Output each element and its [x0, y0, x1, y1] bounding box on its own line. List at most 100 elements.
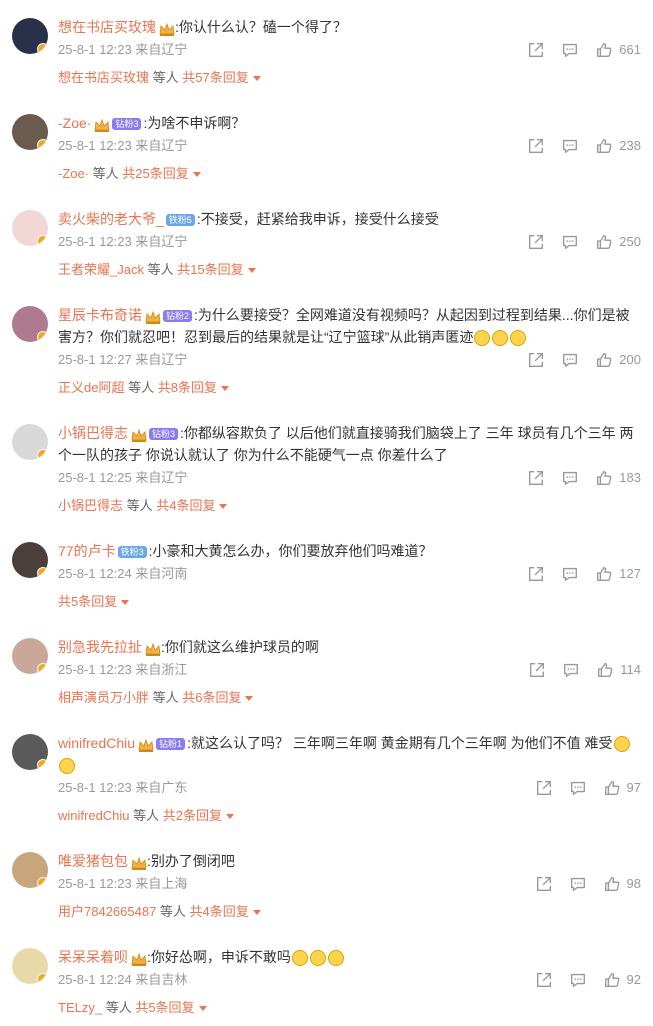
reply-username[interactable]: -Zoe· [58, 166, 89, 181]
comment-username[interactable]: 呆呆呆着呗 [58, 949, 128, 965]
comment-body: 唯爱猪包包:别办了倒闭吧 [58, 850, 641, 872]
like-count: 200 [619, 352, 641, 367]
comment-button[interactable] [561, 469, 579, 487]
share-button[interactable] [527, 565, 545, 583]
like-button[interactable]: 114 [596, 660, 641, 680]
reply-username[interactable]: 想在书店买玫瑰 [58, 70, 149, 85]
fan-badge: 钻粉1 [156, 738, 186, 751]
reply-summary[interactable]: 小锅巴得志 等人 共4条回复 [58, 496, 641, 516]
share-icon [529, 139, 544, 153]
reply-username[interactable]: 王者荣耀_Jack [58, 262, 144, 277]
comment-button[interactable] [569, 875, 587, 893]
comment-username[interactable]: 星辰卡布奇诺 [58, 307, 142, 323]
reply-count-link[interactable]: 共4条回复 [190, 904, 249, 919]
like-icon [597, 353, 612, 367]
like-button[interactable]: 98 [603, 874, 641, 894]
comment-meta: 25-8-1 12:25 来自辽宁 [58, 470, 188, 485]
comment-button[interactable] [569, 971, 587, 989]
share-button[interactable] [528, 661, 546, 679]
share-button[interactable] [527, 137, 545, 155]
share-button[interactable] [535, 971, 553, 989]
comment-username[interactable]: 卖火柴的老大爷_ [58, 211, 164, 227]
like-button[interactable]: 238 [595, 136, 641, 156]
like-icon [604, 781, 619, 795]
crown-icon [131, 951, 147, 967]
verified-badge-icon [37, 235, 48, 246]
reply-summary[interactable]: 用户7842665487 等人 共4条回复 [58, 902, 641, 922]
avatar[interactable] [12, 638, 48, 674]
chevron-down-icon [198, 1006, 207, 1012]
like-button[interactable]: 250 [595, 232, 641, 252]
comment-button[interactable] [569, 779, 587, 797]
reply-count-link[interactable]: 共4条回复 [156, 498, 215, 513]
reply-summary[interactable]: 相声演员万小胖 等人 共6条回复 [58, 688, 641, 708]
reply-summary[interactable]: 共5条回复 [58, 592, 641, 612]
reply-summary[interactable]: 王者荣耀_Jack 等人 共15条回复 [58, 260, 641, 280]
avatar[interactable] [12, 306, 48, 342]
comment-username[interactable]: 想在书店买玫瑰 [58, 19, 156, 35]
like-button[interactable]: 127 [595, 564, 641, 584]
comment-button[interactable] [561, 565, 579, 583]
comment-button[interactable] [562, 661, 580, 679]
reply-username[interactable]: 相声演员万小胖 [58, 690, 149, 705]
reply-count-link[interactable]: 共5条回复 [58, 594, 117, 609]
reply-count-link[interactable]: 共57条回复 [182, 70, 248, 85]
comment-username[interactable]: 别急我先拉扯 [58, 639, 142, 655]
share-button[interactable] [535, 875, 553, 893]
reply-summary[interactable]: TELzy_ 等人 共5条回复 [58, 998, 641, 1018]
share-button[interactable] [535, 779, 553, 797]
reply-count-link[interactable]: 共15条回复 [177, 262, 243, 277]
comment-icon [563, 567, 578, 581]
comment-meta: 25-8-1 12:27 来自辽宁 [58, 352, 188, 367]
reply-username[interactable]: TELzy_ [58, 1000, 102, 1015]
comment-button[interactable] [561, 41, 579, 59]
comment-icon [570, 877, 585, 891]
like-button[interactable]: 200 [595, 350, 641, 370]
like-button[interactable]: 97 [603, 778, 641, 798]
avatar[interactable] [12, 18, 48, 54]
reply-count-link[interactable]: 共25条回复 [122, 166, 188, 181]
like-count: 250 [619, 234, 641, 249]
reply-username[interactable]: 小锅巴得志 [58, 498, 123, 513]
reply-count-link[interactable]: 共2条回复 [163, 808, 222, 823]
avatar[interactable] [12, 210, 48, 246]
comment-username[interactable]: -Zoe· [58, 115, 91, 131]
comment-username[interactable]: 小锅巴得志 [58, 425, 128, 441]
share-button[interactable] [527, 351, 545, 369]
reply-count-link[interactable]: 共8条回复 [158, 380, 217, 395]
comment-username[interactable]: winifredChiu [58, 735, 135, 751]
reply-count-link[interactable]: 共6条回复 [182, 690, 241, 705]
share-icon [529, 471, 544, 485]
reply-summary[interactable]: -Zoe· 等人 共25条回复 [58, 164, 641, 184]
emoji-icon [59, 758, 75, 775]
share-button[interactable] [527, 469, 545, 487]
avatar[interactable] [12, 948, 48, 984]
reply-username[interactable]: winifredChiu [58, 808, 130, 823]
emoji-icon [613, 736, 630, 753]
reply-summary[interactable]: 正义de阿超 等人 共8条回复 [58, 378, 641, 398]
reply-summary[interactable]: 想在书店买玫瑰 等人 共57条回复 [58, 68, 641, 88]
reply-username[interactable]: 正义de阿超 [58, 380, 124, 395]
reply-connector: 等人 [143, 262, 178, 277]
comment-item: 想在书店买玫瑰:你认什么认？磕一个得了？ 25-8-1 12:23 来自辽宁 6… [0, 0, 653, 96]
comment-username[interactable]: 唯爱猪包包 [58, 853, 128, 869]
reply-summary[interactable]: winifredChiu 等人 共2条回复 [58, 806, 641, 826]
like-button[interactable]: 183 [595, 468, 641, 488]
share-icon [529, 43, 544, 57]
avatar[interactable] [12, 542, 48, 578]
share-button[interactable] [527, 233, 545, 251]
share-button[interactable] [527, 41, 545, 59]
avatar[interactable] [12, 114, 48, 150]
reply-count-link[interactable]: 共5条回复 [135, 1000, 194, 1015]
comment-button[interactable] [561, 233, 579, 251]
avatar[interactable] [12, 424, 48, 460]
reply-username[interactable]: 用户7842665487 [58, 904, 156, 919]
avatar[interactable] [12, 734, 48, 770]
comment-username[interactable]: 77的卢卡 [58, 543, 116, 559]
comment-body: 77的卢卡 铁粉3:小豪和大黄怎么办，你们要放弃他们吗难道？ [58, 540, 641, 562]
comment-button[interactable] [561, 351, 579, 369]
avatar[interactable] [12, 852, 48, 888]
comment-button[interactable] [561, 137, 579, 155]
like-button[interactable]: 661 [595, 40, 641, 60]
like-button[interactable]: 92 [603, 970, 641, 990]
